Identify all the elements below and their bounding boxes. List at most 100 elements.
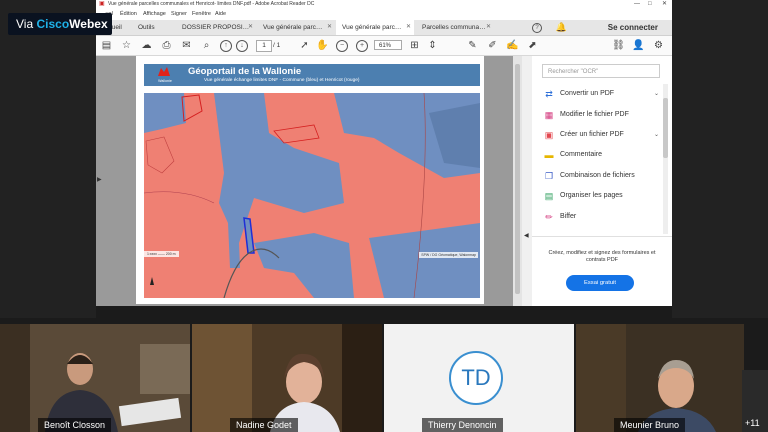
tool-convert-pdf[interactable]: ⇄ Convertir un PDF ⌄ <box>544 87 664 101</box>
tool-edit-pdf[interactable]: ▦ Modifier le fichier PDF <box>544 108 664 122</box>
organize-icon: ▤ <box>544 191 554 201</box>
webex-prefix: Via <box>16 17 37 31</box>
previous-page-icon[interactable]: ↑ <box>220 40 232 52</box>
menu-view[interactable]: Affichage <box>143 9 166 20</box>
right-dark-area <box>672 0 768 318</box>
map-header: Wallonie Géoportail de la Wallonie Vue g… <box>144 64 480 86</box>
tool-label: Organiser les pages <box>560 192 623 199</box>
comment-icon: ▬ <box>544 150 554 160</box>
hand-tool-icon[interactable]: ✋ <box>316 39 329 52</box>
document-scrollbar[interactable] <box>513 56 522 306</box>
participant-tile[interactable]: Benoît Closson <box>0 324 190 432</box>
fill-sign-icon[interactable]: ⬈ <box>526 39 539 52</box>
search-icon[interactable]: ⌕ <box>200 39 213 52</box>
webex-label: Webex <box>69 17 108 31</box>
share-link-icon[interactable]: ⛓ <box>612 39 625 52</box>
tab-document[interactable]: Vue générale parc… ✕ <box>257 20 335 35</box>
maximize-icon[interactable]: □ <box>648 0 652 9</box>
menu-bar: …uel Édition Affichage Signer Fenêtre Ai… <box>96 9 672 20</box>
comment-icon[interactable]: ✎ <box>466 39 479 52</box>
print-icon[interactable]: ⎙ <box>160 39 173 52</box>
scale-bar: 1:xxxx —— 200 m <box>144 251 179 257</box>
wallonie-rooster-icon <box>158 67 170 76</box>
tool-label: Commentaire <box>560 151 603 158</box>
tool-redact[interactable]: ✏ Biffer <box>544 210 664 224</box>
next-page-icon[interactable]: ↓ <box>236 40 248 52</box>
tab-label: Outils <box>138 24 155 31</box>
tool-organize-pages[interactable]: ▤ Organiser les pages <box>544 189 664 203</box>
tool-comment[interactable]: ▬ Commentaire <box>544 148 664 162</box>
chevron-down-icon[interactable]: ⌄ <box>654 128 659 142</box>
wallonie-logo: Wallonie <box>150 66 180 84</box>
tab-tools[interactable]: Outils <box>132 20 168 35</box>
bookmark-icon[interactable]: ☆ <box>120 39 133 52</box>
page-total: / 1 <box>273 42 281 49</box>
page-number-input[interactable]: 1 <box>256 40 272 52</box>
fit-page-icon[interactable]: ⊞ <box>408 39 421 52</box>
toolbar: ▤ ☆ ☁ ⎙ ✉ ⌕ ↑ ↓ 1 / 1 ➚ ✋ − + 61% ⊞ ⇕ ✎ … <box>96 36 672 56</box>
more-participants-count[interactable]: +11 <box>745 418 760 428</box>
sign-in-button[interactable]: Se connecter <box>608 20 658 35</box>
scroll-mode-icon[interactable]: ⇕ <box>426 39 439 52</box>
help-icon[interactable]: ? <box>532 23 542 33</box>
zoom-select[interactable]: 61% <box>374 40 402 50</box>
tool-label: Convertir un PDF <box>560 90 615 97</box>
upload-cloud-icon[interactable]: ☁ <box>140 39 153 52</box>
draw-icon[interactable]: ✍ <box>506 39 519 52</box>
scrollbar-thumb[interactable] <box>663 98 668 158</box>
webex-badge: Via CiscoWebex <box>8 13 112 35</box>
close-tab-icon[interactable]: ✕ <box>406 20 411 35</box>
free-trial-button[interactable]: Essai gratuit <box>566 275 634 291</box>
tools-search-input[interactable]: Rechercher "OCR" <box>542 64 660 78</box>
menu-window[interactable]: Fenêtre <box>192 9 211 20</box>
zoom-in-icon[interactable]: + <box>356 40 368 52</box>
left-pane-toggle-icon[interactable]: ▶ <box>97 176 102 183</box>
highlight-icon[interactable]: ✐ <box>486 39 499 52</box>
more-tools-icon[interactable]: ⚙ <box>652 39 665 52</box>
participant-video <box>192 324 382 432</box>
redact-icon: ✏ <box>545 212 553 222</box>
map-subtitle: Vue générale échange limites DNF - Commu… <box>204 78 360 83</box>
select-cursor-icon[interactable]: ➚ <box>298 39 311 52</box>
create-pdf-icon[interactable]: ▤ <box>100 39 113 52</box>
share-user-icon[interactable]: 👤 <box>632 39 645 52</box>
chevron-down-icon[interactable]: ⌄ <box>654 87 659 101</box>
tools-pane-toggle-icon[interactable]: ◀ <box>524 232 529 239</box>
menu-sign[interactable]: Signer <box>171 9 187 20</box>
acrobat-window: ▣ Vue générale parcelles communales et H… <box>96 0 672 306</box>
logo-label: Wallonie <box>158 79 172 83</box>
left-dark-area <box>0 0 96 318</box>
close-tab-icon[interactable]: ✕ <box>327 20 332 35</box>
tools-pane-scrollbar[interactable] <box>663 84 668 234</box>
promo-text: Créez, modifiez et signez des formulaire… <box>548 250 656 263</box>
minimize-icon[interactable]: — <box>634 0 640 9</box>
tab-document-active[interactable]: Vue générale parc… ✕ <box>336 20 414 35</box>
close-tab-icon[interactable]: ✕ <box>486 20 491 35</box>
create-pdf-icon: ▣ <box>544 130 554 140</box>
divider <box>532 236 672 237</box>
tab-document[interactable]: Parcelles communa… ✕ <box>416 20 494 35</box>
participant-tile[interactable]: Nadine Godet <box>192 324 382 432</box>
tab-document[interactable]: DOSSIER PROPOSI… ✕ <box>176 20 256 35</box>
tool-create-pdf[interactable]: ▣ Créer un fichier PDF ⌄ <box>544 128 664 142</box>
participant-tile[interactable]: Meunier Bruno <box>576 324 744 432</box>
close-window-icon[interactable]: ✕ <box>662 0 667 9</box>
menu-edit[interactable]: Édition <box>120 9 137 20</box>
edit-pdf-icon: ▦ <box>544 110 554 120</box>
pdf-page: Wallonie Géoportail de la Wallonie Vue g… <box>136 56 484 304</box>
acrobat-app-icon: ▣ <box>99 1 105 7</box>
tool-combine-files[interactable]: ❐ Combinaison de fichiers <box>544 169 664 183</box>
combine-icon: ❐ <box>544 171 554 181</box>
tools-pane: Rechercher "OCR" ⇄ Convertir un PDF ⌄ ▦ … <box>532 56 672 306</box>
email-icon[interactable]: ✉ <box>180 39 193 52</box>
scrollbar-thumb[interactable] <box>515 64 520 294</box>
menu-help[interactable]: Aide <box>215 9 226 20</box>
zoom-out-icon[interactable]: − <box>336 40 348 52</box>
participant-initials-avatar: TD <box>449 351 503 405</box>
map-copyright: SPW / DG Géomatique, Walonmap <box>419 252 478 258</box>
window-title: Vue générale parcelles communales et Hen… <box>108 1 315 7</box>
participant-tile[interactable]: TD Thierry Denoncin <box>384 324 574 432</box>
notifications-icon[interactable]: 🔔 <box>556 22 567 32</box>
document-area[interactable]: ▶ Wallonie Géoportail de la Wallonie Vue… <box>96 56 529 306</box>
close-tab-icon[interactable]: ✕ <box>248 20 253 35</box>
